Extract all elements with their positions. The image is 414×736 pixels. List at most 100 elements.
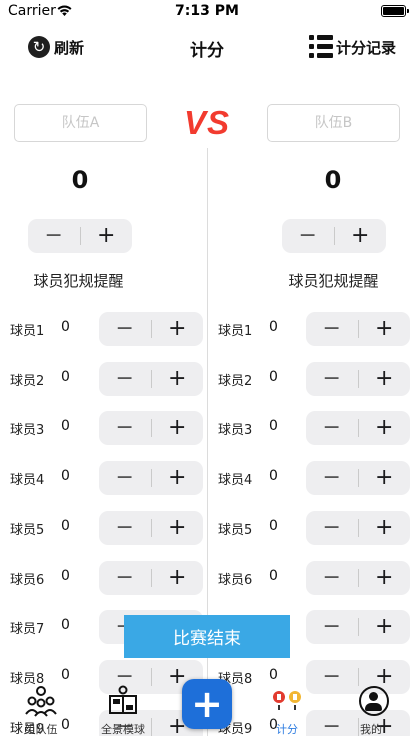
player-label: 球员5 xyxy=(218,522,253,538)
end-match-button[interactable]: 比赛结束 xyxy=(124,615,290,658)
player-label: 球员4 xyxy=(218,473,253,489)
player-foul-count: 0 xyxy=(61,418,70,435)
player-foul-decrement-button[interactable]: − xyxy=(99,362,151,396)
player-foul-count: 0 xyxy=(269,368,278,385)
player-foul-stepper: −+ xyxy=(99,510,204,545)
player-foul-count: 0 xyxy=(61,517,70,534)
player-foul-count: 0 xyxy=(269,517,278,534)
team-a-player-row: 球员5 0 − + xyxy=(0,510,207,546)
player-foul-count: 0 xyxy=(61,567,70,584)
player-foul-decrement-button[interactable]: − xyxy=(306,312,358,346)
team-b-score: 0 xyxy=(324,166,342,194)
player-foul-stepper: −+ xyxy=(99,411,204,446)
player-foul-decrement-button[interactable]: − xyxy=(306,561,358,595)
player-foul-stepper: −+ xyxy=(306,411,411,446)
team-a-player-row: 球员1 0 − + xyxy=(0,311,207,347)
player-foul-increment-button[interactable]: + xyxy=(152,461,204,495)
player-foul-increment-button[interactable]: + xyxy=(152,511,204,545)
player-foul-decrement-button[interactable]: − xyxy=(99,461,151,495)
player-foul-increment-button[interactable]: + xyxy=(359,511,411,545)
player-foul-stepper: −+ xyxy=(99,361,204,396)
team-b-score-decrement-button[interactable]: − xyxy=(282,219,334,253)
team-icon xyxy=(25,686,57,717)
player-foul-count: 0 xyxy=(61,666,70,683)
player-foul-count: 0 xyxy=(269,666,278,683)
team-b-foul-title: 球员犯规提醒 xyxy=(288,272,379,290)
player-label: 球员7 xyxy=(10,622,45,638)
player-foul-stepper: −+ xyxy=(99,312,203,346)
tab-label: 组队伍 xyxy=(24,723,58,736)
player-label: 球员4 xyxy=(10,473,45,489)
add-tab-button[interactable]: + xyxy=(182,679,232,729)
player-label: 球员3 xyxy=(10,423,45,439)
player-label: 球员1 xyxy=(218,324,253,339)
player-foul-increment-button[interactable]: + xyxy=(152,362,204,396)
player-foul-increment-button[interactable]: + xyxy=(152,561,204,595)
player-foul-stepper: −+ xyxy=(306,510,411,545)
tab-label: 全景模球 xyxy=(101,723,145,736)
player-foul-increment-button[interactable]: + xyxy=(359,610,411,644)
profile-icon xyxy=(359,686,389,716)
player-foul-decrement-button[interactable]: − xyxy=(306,461,358,495)
team-a-player-row: 球员6 0 − + xyxy=(0,560,207,596)
player-label: 球员1 xyxy=(10,324,45,339)
player-foul-decrement-button[interactable]: − xyxy=(99,561,151,595)
team-a-score-decrement-button[interactable]: − xyxy=(28,219,80,253)
player-foul-decrement-button[interactable]: − xyxy=(99,511,151,545)
player-foul-stepper: −+ xyxy=(99,461,204,496)
team-b-player-row: 球员5 0 − + xyxy=(207,510,414,546)
team-a-player-row: 球员4 0 − + xyxy=(0,460,207,496)
plus-icon: + xyxy=(191,682,223,726)
player-foul-decrement-button[interactable]: − xyxy=(99,411,151,445)
scoreboard-icon xyxy=(273,691,301,710)
player-foul-count: 0 xyxy=(61,468,70,485)
player-foul-increment-button[interactable]: + xyxy=(359,561,411,595)
tab-team[interactable]: 组队伍 xyxy=(0,683,82,736)
player-foul-count: 0 xyxy=(61,617,70,634)
player-foul-count: 0 xyxy=(269,567,278,584)
player-foul-decrement-button[interactable]: − xyxy=(306,362,358,396)
tab-label: 计分 xyxy=(276,723,298,736)
tab-score[interactable]: 计分 xyxy=(246,683,328,736)
team-a-score-stepper: − + xyxy=(28,219,132,253)
player-label: 球员2 xyxy=(218,373,253,389)
player-label: 球员6 xyxy=(10,572,45,588)
team-a-score-increment-button[interactable]: + xyxy=(81,219,133,253)
team-b-player-row: 球员6 0 − + xyxy=(207,560,414,596)
player-foul-increment-button[interactable]: + xyxy=(152,411,204,445)
player-foul-stepper: −+ xyxy=(306,312,410,346)
player-foul-decrement-button[interactable]: − xyxy=(99,312,151,346)
team-b-score-stepper: − + xyxy=(282,219,386,253)
player-label: 球员5 xyxy=(10,522,45,538)
team-a-foul-title: 球员犯规提醒 xyxy=(33,272,124,290)
team-a-player-row: 球员2 0 − + xyxy=(0,361,207,397)
team-b-player-row: 球员3 0 − + xyxy=(207,410,414,446)
player-foul-decrement-button[interactable]: − xyxy=(306,610,358,644)
player-foul-stepper: −+ xyxy=(306,610,411,645)
player-label: 球员2 xyxy=(10,373,45,389)
player-foul-increment-button[interactable]: + xyxy=(359,312,411,346)
player-foul-increment-button[interactable]: + xyxy=(359,362,411,396)
player-foul-increment-button[interactable]: + xyxy=(152,312,204,346)
team-b-player-row: 球员2 0 − + xyxy=(207,361,414,397)
player-foul-stepper: −+ xyxy=(306,560,411,595)
player-foul-stepper: −+ xyxy=(306,361,411,396)
player-foul-increment-button[interactable]: + xyxy=(359,461,411,495)
player-foul-count: 0 xyxy=(269,418,278,435)
player-label: 球员6 xyxy=(218,572,253,588)
team-a-score: 0 xyxy=(71,166,89,194)
player-foul-count: 0 xyxy=(269,319,278,335)
tab-profile[interactable]: 我的 xyxy=(330,683,412,736)
tab-panorama[interactable]: 全景模球 xyxy=(82,683,164,736)
player-foul-decrement-button[interactable]: − xyxy=(306,411,358,445)
player-foul-count: 0 xyxy=(269,468,278,485)
board-icon xyxy=(109,685,137,714)
player-foul-count: 0 xyxy=(61,319,70,335)
player-foul-increment-button[interactable]: + xyxy=(359,411,411,445)
player-foul-decrement-button[interactable]: − xyxy=(306,511,358,545)
player-foul-stepper: −+ xyxy=(306,461,411,496)
player-label: 球员3 xyxy=(218,423,253,439)
team-b-player-row: 球员1 0 − + xyxy=(207,311,414,347)
player-foul-stepper: −+ xyxy=(99,560,204,595)
team-b-score-increment-button[interactable]: + xyxy=(335,219,387,253)
